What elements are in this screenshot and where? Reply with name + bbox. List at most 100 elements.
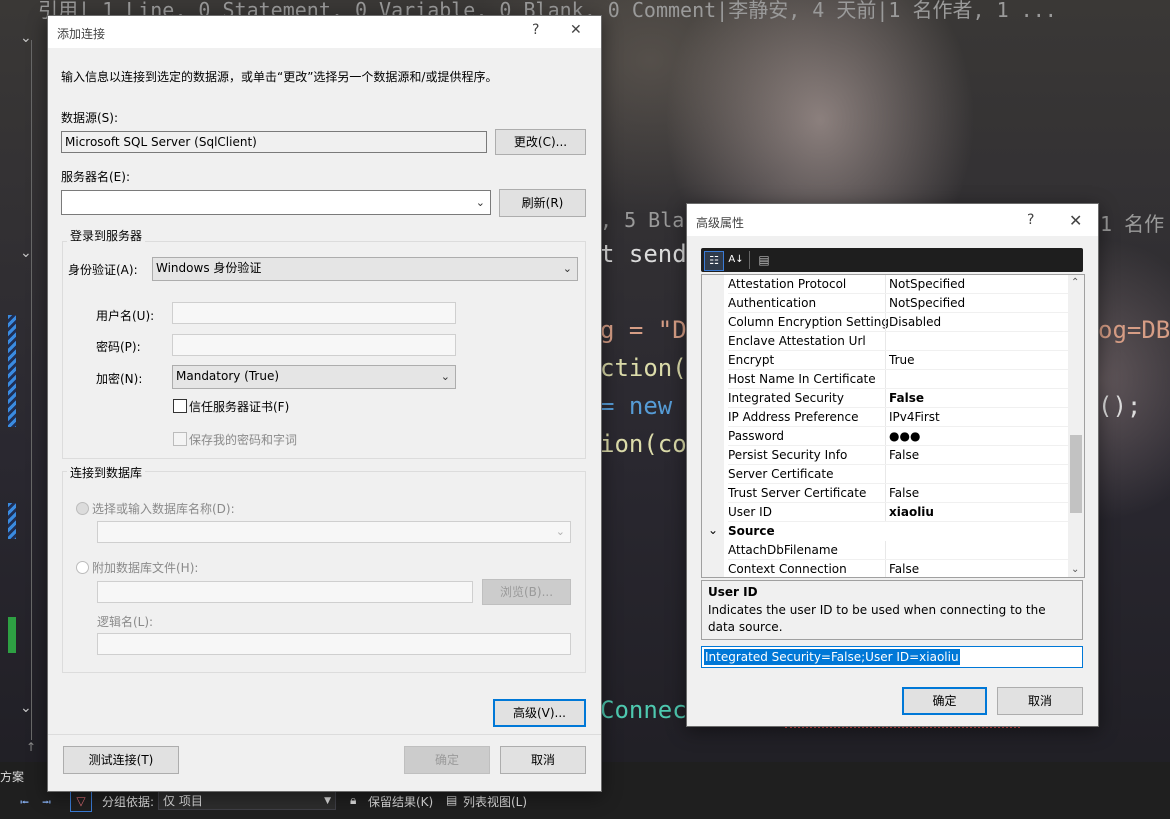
- property-value[interactable]: Disabled: [889, 315, 941, 329]
- property-row[interactable]: Host Name In Certificate: [702, 370, 1068, 389]
- toolbar-separator: [749, 251, 750, 269]
- categorized-icon[interactable]: ☷: [704, 251, 724, 271]
- ok-button[interactable]: 确定: [902, 687, 987, 715]
- property-row[interactable]: Authentication NotSpecified: [702, 294, 1068, 313]
- divider: [48, 734, 601, 735]
- test-connection-button[interactable]: 测试连接(T): [63, 746, 179, 774]
- chevron-down-icon[interactable]: ⌄: [476, 193, 485, 213]
- property-name: Authentication: [728, 296, 817, 310]
- property-value[interactable]: False: [889, 391, 924, 405]
- attach-db-radio[interactable]: [76, 561, 89, 574]
- fold-chevron-icon[interactable]: ⌄: [20, 30, 32, 46]
- property-name: User ID: [728, 505, 772, 519]
- list-view-icon: ▤: [446, 793, 458, 807]
- keep-results-button[interactable]: 保留结果(K): [368, 793, 433, 810]
- attach-db-field[interactable]: [97, 581, 473, 603]
- property-row[interactable]: Context Connection False: [702, 560, 1068, 577]
- property-value[interactable]: IPv4First: [889, 410, 940, 424]
- dialog-title: 添加连接: [57, 27, 106, 41]
- trust-cert-checkbox[interactable]: [173, 399, 187, 413]
- list-view-button[interactable]: 列表视图(L): [463, 793, 527, 810]
- property-name: Column Encryption Setting: [728, 315, 889, 329]
- database-name-combobox[interactable]: ⌄: [97, 521, 571, 543]
- code-ction: ction(: [600, 354, 687, 382]
- property-value[interactable]: True: [889, 353, 915, 367]
- refresh-button[interactable]: 刷新(R): [499, 189, 586, 217]
- property-row[interactable]: Integrated Security False: [702, 389, 1068, 408]
- property-name: Context Connection: [728, 562, 847, 576]
- align-right-icon[interactable]: ⭲: [42, 793, 56, 809]
- username-label: 用户名(U):: [96, 309, 155, 323]
- title-bar: 高级属性 ? ✕: [687, 204, 1098, 236]
- cancel-button[interactable]: 取消: [997, 687, 1083, 715]
- select-db-radio[interactable]: [76, 502, 89, 515]
- property-row[interactable]: Attestation Protocol NotSpecified: [702, 275, 1068, 294]
- cancel-button[interactable]: 取消: [500, 746, 586, 774]
- advanced-button[interactable]: 高级(V)...: [493, 699, 586, 727]
- save-password-label: 保存我的密码和字词: [189, 433, 298, 447]
- auth-select[interactable]: Windows 身份验证 ⌄: [152, 257, 578, 281]
- scrollbar-thumb[interactable]: [1070, 435, 1082, 513]
- property-value[interactable]: xiaoliu: [889, 505, 934, 519]
- property-name: Attestation Protocol: [728, 277, 847, 291]
- attach-db-label: 附加数据库文件(H):: [92, 561, 199, 575]
- property-pages-icon[interactable]: ▤: [755, 251, 773, 269]
- password-label: 密码(P):: [96, 340, 141, 354]
- scroll-up-icon[interactable]: ⌃: [1071, 277, 1079, 288]
- scrollbar[interactable]: ⌃ ⌄: [1068, 275, 1084, 577]
- scroll-down-icon[interactable]: ⌄: [1071, 564, 1079, 575]
- connection-string-field[interactable]: Integrated Security=False;User ID=xiaoli…: [701, 646, 1083, 668]
- property-name: Source: [728, 524, 775, 538]
- help-button[interactable]: ?: [532, 22, 539, 38]
- property-value[interactable]: NotSpecified: [889, 296, 965, 310]
- property-grid: Attestation Protocol NotSpecified Authenti…: [701, 274, 1085, 578]
- ok-button[interactable]: 确定: [404, 746, 490, 774]
- server-name-combobox[interactable]: ⌄: [61, 190, 491, 215]
- group-by-label: 分组依据:: [102, 795, 155, 809]
- scroll-up-icon[interactable]: ↑: [26, 740, 36, 754]
- property-name: Password: [728, 429, 785, 443]
- property-value[interactable]: False: [889, 562, 919, 576]
- property-row[interactable]: Enclave Attestation Url: [702, 332, 1068, 351]
- sort-alpha-icon[interactable]: A↓: [727, 251, 745, 269]
- property-value[interactable]: False: [889, 486, 919, 500]
- filter-icon[interactable]: ▽: [70, 790, 92, 812]
- save-password-checkbox[interactable]: [173, 432, 187, 446]
- property-row[interactable]: User ID xiaoliu: [702, 503, 1068, 522]
- property-name: Server Certificate: [728, 467, 834, 481]
- gutter-change-marker: [8, 315, 16, 427]
- group-by-select[interactable]: 仅 项目 ▼: [158, 790, 336, 810]
- encrypt-select[interactable]: Mandatory (True) ⌄: [172, 365, 456, 389]
- find-results-toolbar: ⭰ ⭲ ▽ 分组依据: 仅 项目 ▼ 🔒︎ 保留结果(K) ▤ 列表视图(L): [0, 790, 1170, 812]
- property-row[interactable]: Server Certificate: [702, 465, 1068, 484]
- codelens-line-3: 1 名作: [1100, 212, 1165, 236]
- property-row[interactable]: AttachDbFilename: [702, 541, 1068, 560]
- close-button[interactable]: ✕: [570, 22, 582, 38]
- property-value[interactable]: False: [889, 448, 919, 462]
- property-row[interactable]: IP Address Preference IPv4First: [702, 408, 1068, 427]
- chevron-down-icon: ⌄: [440, 370, 450, 383]
- password-field[interactable]: [172, 334, 456, 356]
- help-button[interactable]: ?: [1027, 212, 1034, 228]
- close-button[interactable]: ✕: [1069, 211, 1082, 230]
- property-row[interactable]: Encrypt True: [702, 351, 1068, 370]
- property-row[interactable]: Column Encryption Setting Disabled: [702, 313, 1068, 332]
- property-row[interactable]: Persist Security Info False: [702, 446, 1068, 465]
- property-row[interactable]: Password ●●●: [702, 427, 1068, 446]
- property-name: Encrypt: [728, 353, 775, 367]
- change-button[interactable]: 更改(C)...: [495, 129, 586, 155]
- align-left-icon[interactable]: ⭰: [20, 793, 34, 809]
- fold-chevron-icon[interactable]: ⌄: [20, 245, 32, 261]
- property-name: Integrated Security: [728, 391, 844, 405]
- browse-button[interactable]: 浏览(B)...: [482, 579, 571, 605]
- property-value[interactable]: ●●●: [889, 429, 920, 443]
- collapse-chevron-icon[interactable]: ⌄: [708, 523, 718, 537]
- property-category[interactable]: ⌄ Source: [702, 522, 1068, 541]
- username-field[interactable]: [172, 302, 456, 324]
- fold-chevron-icon[interactable]: ⌄: [20, 700, 32, 716]
- property-value[interactable]: NotSpecified: [889, 277, 965, 291]
- logical-name-field[interactable]: [97, 633, 571, 655]
- gutter-change-marker: [8, 503, 16, 539]
- property-row[interactable]: Trust Server Certificate False: [702, 484, 1068, 503]
- datasource-label: 数据源(S):: [61, 111, 119, 125]
